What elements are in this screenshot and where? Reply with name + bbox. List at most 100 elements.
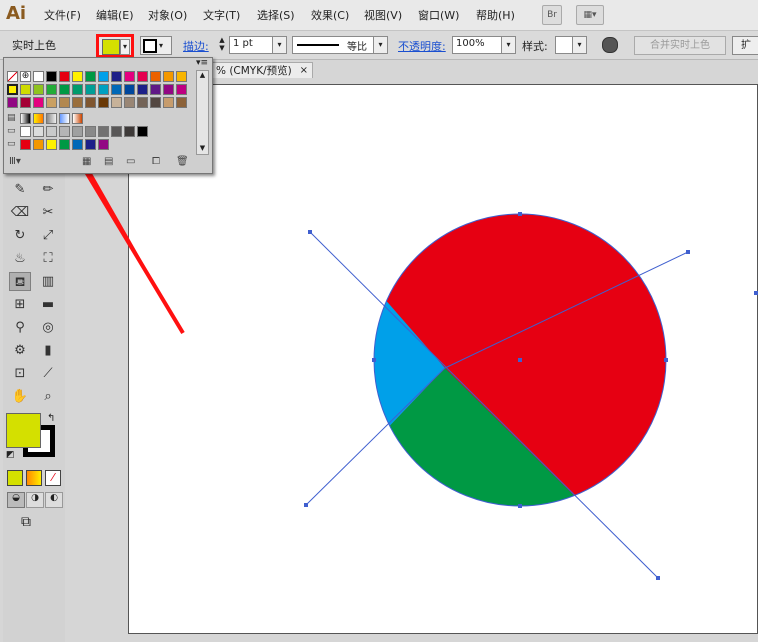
color-swatch[interactable] <box>163 84 174 95</box>
color-swatch[interactable] <box>124 84 135 95</box>
swatch-libraries-icon[interactable]: Ⅲ▾ <box>9 156 21 167</box>
default-colors-icon[interactable]: ◩ <box>6 450 15 460</box>
color-swatch[interactable] <box>33 139 44 150</box>
scale-icon[interactable]: ⤢ <box>37 226 59 245</box>
color-swatch[interactable] <box>72 139 83 150</box>
color-swatch[interactable] <box>98 126 109 137</box>
scroll-down-icon[interactable]: ▼ <box>197 144 208 154</box>
screen-mode-icon[interactable]: ⧉ <box>21 514 31 530</box>
column-graph-icon[interactable]: ▮ <box>37 341 59 360</box>
color-swatch[interactable] <box>85 97 96 108</box>
scroll-up-icon[interactable]: ▲ <box>197 71 208 81</box>
fill-color-box[interactable] <box>6 413 41 448</box>
gradient-swatch[interactable] <box>59 113 70 124</box>
color-swatch[interactable] <box>150 71 161 82</box>
show-kinds-icon[interactable]: ▦ <box>82 156 91 167</box>
color-swatch[interactable] <box>150 97 161 108</box>
color-swatch[interactable] <box>163 71 174 82</box>
delete-swatch-icon[interactable]: 🗑 <box>176 156 189 167</box>
color-swatch[interactable] <box>46 71 57 82</box>
color-swatch[interactable] <box>20 139 31 150</box>
color-swatch[interactable] <box>137 84 148 95</box>
color-swatch[interactable] <box>46 84 57 95</box>
draw-behind-icon[interactable]: ◑ <box>26 492 44 508</box>
color-swatch[interactable] <box>176 84 187 95</box>
color-swatch[interactable] <box>72 97 83 108</box>
color-swatch[interactable] <box>33 71 44 82</box>
new-swatch-icon[interactable]: ⧠ <box>152 156 160 167</box>
registration-swatch[interactable]: ⊕ <box>20 71 31 82</box>
live-paint-bucket-icon[interactable]: ⛾ <box>9 272 31 291</box>
color-swatch[interactable] <box>46 126 57 137</box>
color-swatch[interactable] <box>150 84 161 95</box>
draw-normal-icon[interactable]: ◒ <box>7 492 25 508</box>
color-swatch[interactable] <box>111 97 122 108</box>
selected-color-swatch[interactable] <box>7 84 18 95</box>
slice-icon[interactable]: ⟋ <box>37 364 59 383</box>
color-swatch[interactable] <box>46 139 57 150</box>
color-swatch[interactable] <box>124 97 135 108</box>
color-swatch[interactable] <box>33 84 44 95</box>
color-swatch[interactable] <box>33 97 44 108</box>
blob-brush-icon[interactable]: ⌫ <box>9 203 31 222</box>
gradient-swatch[interactable] <box>33 113 44 124</box>
color-swatch[interactable] <box>137 126 148 137</box>
none-mode-icon[interactable]: ⁄ <box>45 470 61 486</box>
pencil-icon[interactable]: ✏ <box>37 180 59 199</box>
gradient-icon[interactable]: ▬ <box>37 295 59 314</box>
mesh-icon[interactable]: ⊞ <box>9 295 31 314</box>
artboard-icon[interactable]: ⊡ <box>9 364 31 383</box>
color-swatch[interactable] <box>85 84 96 95</box>
color-swatch[interactable] <box>137 71 148 82</box>
color-swatch[interactable] <box>98 71 109 82</box>
color-swatch[interactable] <box>59 97 70 108</box>
free-transform-icon[interactable]: ⛶ <box>37 249 59 268</box>
color-swatch[interactable] <box>98 139 109 150</box>
new-color-group-icon[interactable]: ▭ <box>126 156 135 167</box>
draw-inside-icon[interactable]: ◐ <box>45 492 63 508</box>
color-swatch[interactable] <box>72 126 83 137</box>
color-swatch[interactable] <box>176 97 187 108</box>
color-swatch[interactable] <box>20 84 31 95</box>
color-swatch[interactable] <box>124 71 135 82</box>
warp-icon[interactable]: ♨ <box>9 249 31 268</box>
swatch-popup[interactable]: ▾≡ ▲ ▼ ▤ ▭ ▭ ⊕ Ⅲ▾ ▦ ▤ ▭ ⧠ 🗑 <box>3 57 213 174</box>
gradient-mode-icon[interactable] <box>26 470 42 486</box>
swatch-scrollbar[interactable]: ▲ ▼ <box>196 70 209 155</box>
color-swatch[interactable] <box>85 139 96 150</box>
none-swatch[interactable] <box>7 71 18 82</box>
color-swatch[interactable] <box>111 126 122 137</box>
color-swatch[interactable] <box>98 97 109 108</box>
eyedropper-icon[interactable]: ⚲ <box>9 318 31 337</box>
color-swatch[interactable] <box>111 84 122 95</box>
color-swatch[interactable] <box>20 97 31 108</box>
gradient-swatch[interactable] <box>46 113 57 124</box>
scissors-icon[interactable]: ✂ <box>37 203 59 222</box>
color-swatch[interactable] <box>72 84 83 95</box>
blend-icon[interactable]: ◎ <box>37 318 59 337</box>
color-swatch[interactable] <box>33 126 44 137</box>
color-swatch[interactable] <box>59 71 70 82</box>
color-swatch[interactable] <box>111 71 122 82</box>
color-swatch[interactable] <box>20 126 31 137</box>
panel-menu-icon[interactable]: ▾≡ <box>196 58 208 68</box>
color-swatch[interactable] <box>7 97 18 108</box>
gradient-swatch[interactable] <box>20 113 31 124</box>
color-swatch[interactable] <box>176 71 187 82</box>
live-paint-circle[interactable] <box>300 200 700 620</box>
symbol-sprayer-icon[interactable]: ⚙ <box>9 341 31 360</box>
color-swatch[interactable] <box>85 71 96 82</box>
color-mode-icon[interactable] <box>7 470 23 486</box>
color-swatch[interactable] <box>72 71 83 82</box>
color-swatch[interactable] <box>85 126 96 137</box>
color-swatch[interactable] <box>163 97 174 108</box>
color-swatch[interactable] <box>59 126 70 137</box>
swap-fill-stroke-icon[interactable]: ↰ <box>47 413 55 424</box>
zoom-icon[interactable]: ⌕ <box>37 387 59 406</box>
color-swatch[interactable] <box>137 97 148 108</box>
color-swatch[interactable] <box>59 84 70 95</box>
gradient-swatch[interactable] <box>72 113 83 124</box>
paintbrush-icon[interactable]: ✎ <box>9 180 31 199</box>
color-swatch[interactable] <box>59 139 70 150</box>
rotate-icon[interactable]: ↻ <box>9 226 31 245</box>
